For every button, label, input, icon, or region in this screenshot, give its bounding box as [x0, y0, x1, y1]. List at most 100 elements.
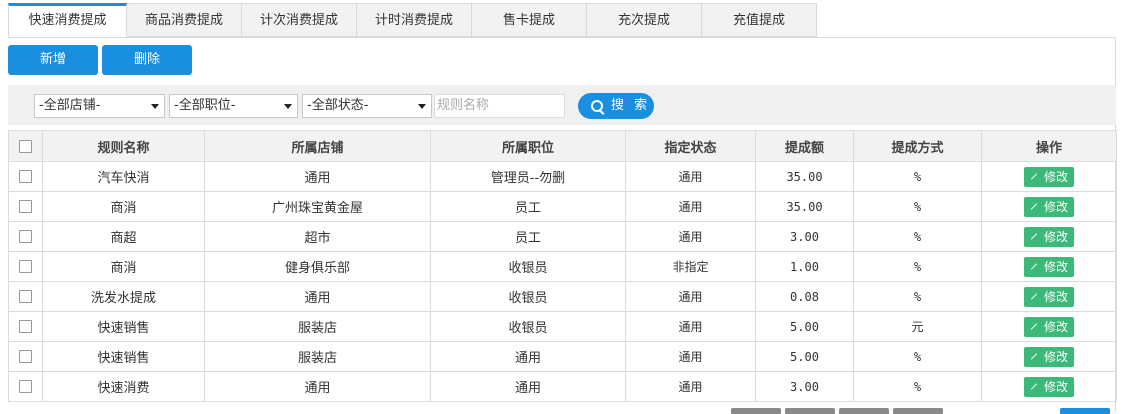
amount-cell: 1.00 [755, 251, 854, 282]
tab-recharge-count[interactable]: 充次提成 [587, 3, 702, 37]
pencil-icon [1030, 262, 1038, 270]
edit-button-label: 修改 [1043, 349, 1068, 364]
pagination-button[interactable] [785, 408, 835, 414]
pencil-icon [1030, 292, 1038, 300]
column-header[interactable]: 所属职位 [430, 130, 626, 162]
action-cell: 修改 [981, 161, 1117, 192]
store-cell: 超市 [204, 221, 431, 252]
edit-button[interactable]: 修改 [1024, 166, 1074, 187]
table-row[interactable]: 快速消费 通用 通用 通用 3.00% 修改 [8, 371, 1117, 402]
position-cell: 通用 [430, 341, 626, 372]
tab-quick-consumption[interactable]: 快速消费提成 [8, 3, 127, 37]
table-row[interactable]: 商消 健身俱乐部 收银员 非指定 1.00% 修改 [8, 251, 1117, 282]
method-cell: % [853, 341, 982, 372]
row-select-cell [8, 221, 43, 252]
action-cell: 修改 [981, 311, 1117, 342]
column-header[interactable]: 操作 [981, 130, 1117, 162]
table-row[interactable]: 快速销售 服装店 通用 通用 5.00% 修改 [8, 341, 1117, 372]
table-header-row: 规则名称 所属店铺 所属职位 指定状态 提成额 提成方式 操作 [8, 130, 1117, 162]
pagination-button[interactable] [839, 408, 889, 414]
tab-divider [8, 37, 1116, 38]
store-select-value: -全部店铺- [39, 98, 101, 113]
action-cell: 修改 [981, 281, 1117, 312]
row-select-cell [8, 281, 43, 312]
column-header[interactable]: 指定状态 [625, 130, 756, 162]
row-checkbox[interactable] [19, 230, 32, 243]
amount-cell: 5.00 [755, 311, 854, 342]
table-row[interactable]: 洗发水提成 通用 收银员 通用 0.08% 修改 [8, 281, 1117, 312]
store-cell: 服装店 [204, 341, 431, 372]
amount-cell: 5.00 [755, 341, 854, 372]
edit-button[interactable]: 修改 [1024, 196, 1074, 217]
table-row[interactable]: 商消 广州珠宝黄金屋 员工 通用 35.00% 修改 [8, 191, 1117, 222]
edit-button-label: 修改 [1043, 199, 1068, 214]
rule-name-cell: 商消 [42, 251, 205, 282]
rule-name-cell: 商消 [42, 191, 205, 222]
tab-product-consumption[interactable]: 商品消费提成 [127, 3, 242, 37]
select-all-checkbox[interactable] [19, 139, 32, 153]
pagination-button[interactable] [893, 408, 943, 414]
edit-button[interactable]: 修改 [1024, 286, 1074, 307]
edit-button[interactable]: 修改 [1024, 346, 1074, 367]
store-cell: 通用 [204, 161, 431, 192]
tab-card-sales[interactable]: 售卡提成 [472, 3, 587, 37]
pagination-button[interactable] [731, 408, 781, 414]
position-cell: 员工 [430, 221, 626, 252]
rule-name-cell: 快速消费 [42, 371, 205, 402]
row-select-cell [8, 371, 43, 402]
position-cell: 收银员 [430, 251, 626, 282]
store-cell: 健身俱乐部 [204, 251, 431, 282]
row-checkbox[interactable] [19, 320, 32, 333]
amount-cell: 3.00 [755, 371, 854, 402]
row-checkbox[interactable] [19, 290, 32, 303]
edit-button[interactable]: 修改 [1024, 316, 1074, 337]
edit-button[interactable]: 修改 [1024, 256, 1074, 277]
row-select-cell [8, 161, 43, 192]
tab-recharge-value[interactable]: 充值提成 [702, 3, 817, 37]
status-cell: 通用 [625, 161, 756, 192]
amount-cell: 3.00 [755, 221, 854, 252]
method-cell: % [853, 281, 982, 312]
tab-time-consumption[interactable]: 计时消费提成 [357, 3, 472, 37]
delete-button[interactable]: 删除 [102, 45, 192, 75]
table-row[interactable]: 汽车快消 通用 管理员--勿删 通用 35.00% 修改 [8, 161, 1117, 192]
amount-cell: 35.00 [755, 191, 854, 222]
store-select[interactable]: -全部店铺- [34, 94, 165, 118]
row-checkbox[interactable] [19, 350, 32, 363]
rule-name-cell: 汽车快消 [42, 161, 205, 192]
status-cell: 通用 [625, 341, 756, 372]
position-cell: 通用 [430, 371, 626, 402]
add-button[interactable]: 新增 [8, 45, 98, 75]
pagination-go-button[interactable] [1060, 408, 1110, 414]
method-cell: % [853, 221, 982, 252]
row-select-cell [8, 191, 43, 222]
edit-button[interactable]: 修改 [1024, 226, 1074, 247]
rule-name-input[interactable]: 规则名称 [434, 94, 565, 118]
action-cell: 修改 [981, 371, 1117, 402]
row-checkbox[interactable] [19, 200, 32, 213]
edit-button-label: 修改 [1043, 259, 1068, 274]
tab-count-consumption[interactable]: 计次消费提成 [242, 3, 357, 37]
search-button[interactable]: 搜 索 [578, 93, 654, 119]
row-checkbox[interactable] [19, 380, 32, 393]
edit-button-label: 修改 [1043, 229, 1068, 244]
edit-button[interactable]: 修改 [1024, 376, 1074, 397]
chevron-down-icon [418, 104, 426, 109]
status-select[interactable]: -全部状态- [302, 94, 432, 118]
pencil-icon [1030, 382, 1038, 390]
action-cell: 修改 [981, 191, 1117, 222]
pencil-icon [1030, 352, 1038, 360]
action-cell: 修改 [981, 221, 1117, 252]
store-cell: 服装店 [204, 311, 431, 342]
column-header[interactable]: 提成方式 [853, 130, 982, 162]
column-header[interactable]: 所属店铺 [204, 130, 431, 162]
row-checkbox[interactable] [19, 170, 32, 183]
status-cell: 通用 [625, 281, 756, 312]
column-header[interactable]: 提成额 [755, 130, 854, 162]
method-cell: % [853, 371, 982, 402]
table-row[interactable]: 快速销售 服装店 收银员 通用 5.00 元 修改 [8, 311, 1117, 342]
column-header[interactable]: 规则名称 [42, 130, 205, 162]
table-row[interactable]: 商超 超市 员工 通用 3.00% 修改 [8, 221, 1117, 252]
row-checkbox[interactable] [19, 260, 32, 273]
position-select[interactable]: -全部职位- [169, 94, 298, 118]
